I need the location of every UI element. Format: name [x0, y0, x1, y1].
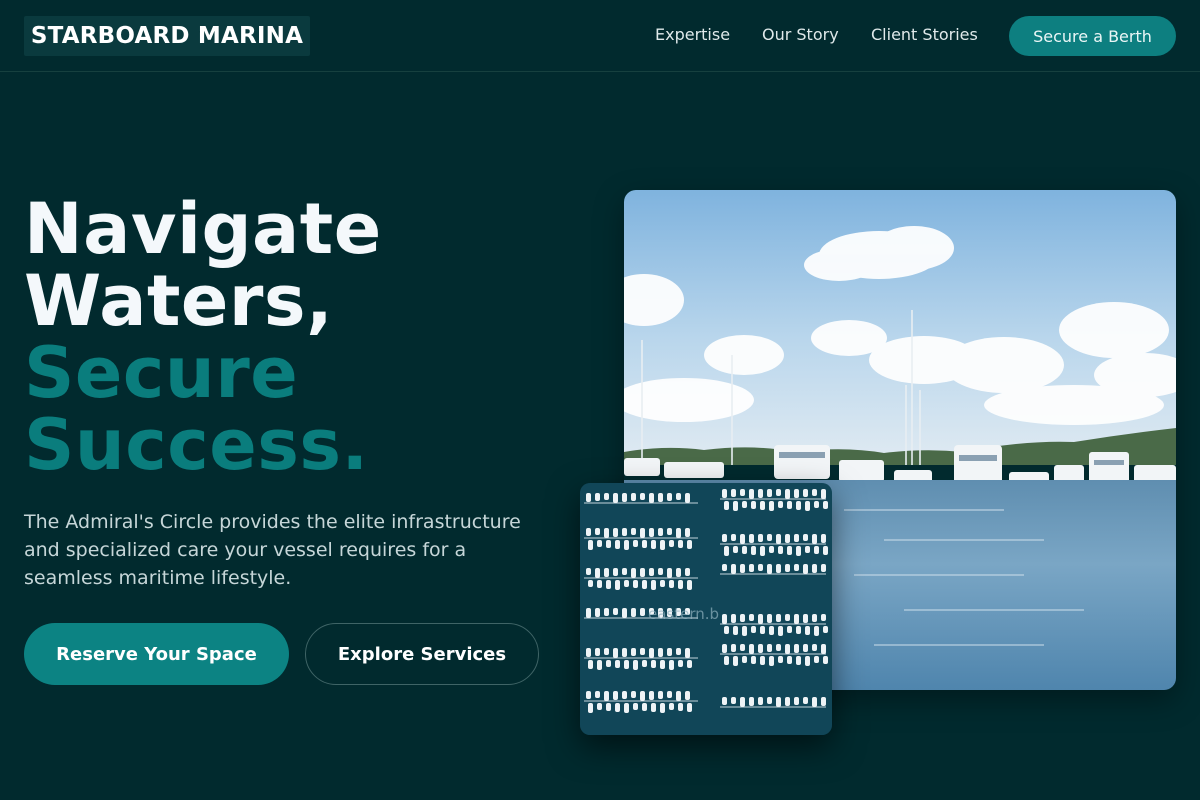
hero-description: The Admiral's Circle provides the elite …: [24, 511, 521, 589]
headline-line-secure: Secure: [24, 332, 299, 414]
site-header: STARBOARD MARINA Expertise Our Story Cli…: [0, 0, 1200, 72]
reserve-space-button[interactable]: Reserve Your Space: [24, 623, 289, 685]
hero-headline: Navigate Waters, Secure Success.: [24, 193, 584, 481]
nav-link-client-stories[interactable]: Client Stories: [871, 24, 978, 46]
headline-line-navigate: Navigate: [24, 188, 382, 270]
headline-line-waters: Waters,: [24, 260, 334, 342]
nav-link-our-story[interactable]: Our Story: [762, 24, 839, 46]
aerial-marina-photo: eastern.b: [580, 483, 832, 735]
explore-services-button[interactable]: Explore Services: [305, 623, 539, 685]
nav-link-expertise[interactable]: Expertise: [655, 24, 730, 46]
image-watermark: eastern.b: [648, 605, 719, 623]
secure-berth-button[interactable]: Secure a Berth: [1009, 16, 1176, 56]
headline-line-success: Success.: [24, 404, 369, 486]
